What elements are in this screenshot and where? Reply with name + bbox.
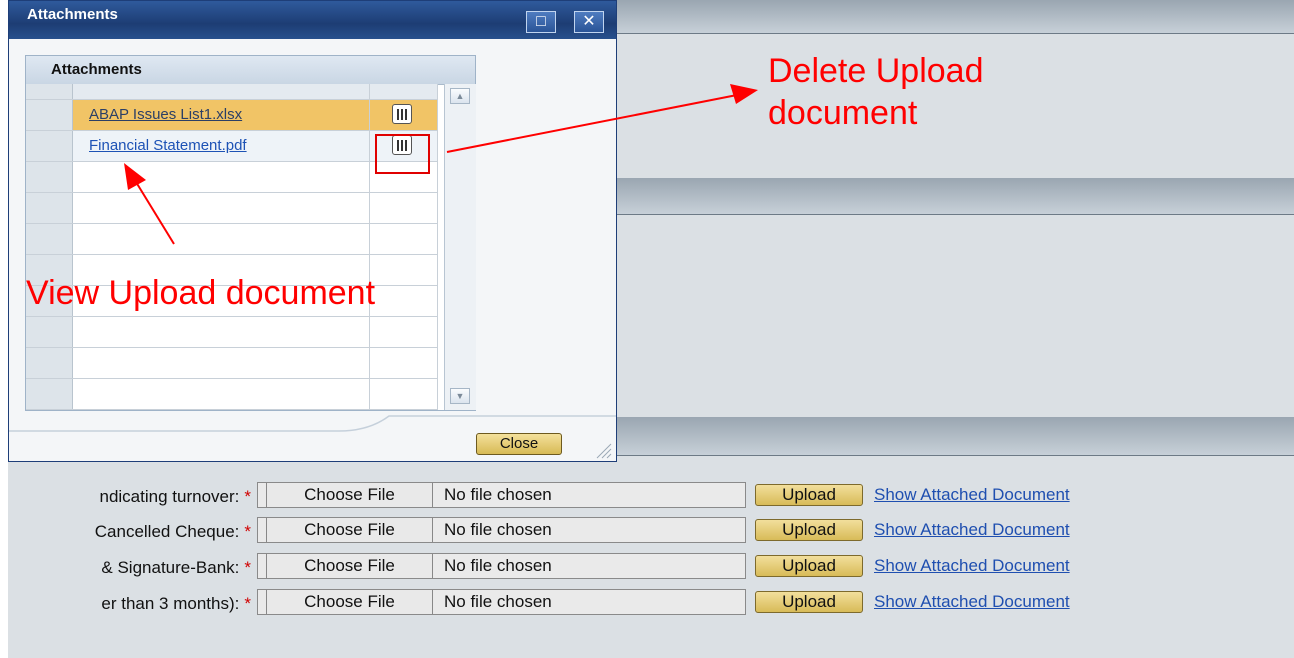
view-arrow-line <box>135 181 175 245</box>
view-arrow-head <box>124 163 146 190</box>
delete-arrow-head <box>730 84 758 104</box>
annotation-arrows <box>124 84 758 245</box>
delete-arrow-line <box>446 94 738 153</box>
